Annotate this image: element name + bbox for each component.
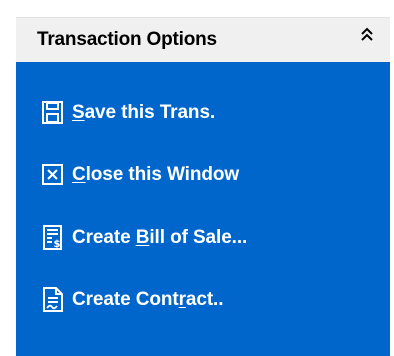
save-transaction-label: Save this Trans. [72, 102, 216, 123]
save-transaction-link[interactable]: Save this Trans. [41, 95, 215, 131]
close-box-icon [41, 162, 65, 188]
create-contract-link[interactable]: Create Contract.. [41, 282, 224, 318]
panel-header[interactable]: Transaction Options [16, 17, 390, 62]
close-window-label: Close this Window [72, 164, 240, 185]
create-bill-of-sale-label: Create Bill of Sale... [72, 227, 248, 248]
panel-body: Save this Trans. Close this Window $ Cre… [16, 62, 390, 356]
svg-text:$: $ [54, 239, 61, 250]
create-bill-of-sale-link[interactable]: $ Create Bill of Sale... [41, 220, 247, 256]
double-chevron-up-icon[interactable] [358, 26, 376, 48]
close-window-link[interactable]: Close this Window [41, 157, 239, 193]
panel-title: Transaction Options [37, 29, 217, 50]
save-disk-icon [41, 100, 65, 126]
document-icon [41, 287, 65, 313]
create-contract-label: Create Contract.. [72, 289, 224, 310]
transaction-options-panel: Transaction Options Save this Trans. Clo… [16, 17, 390, 356]
invoice-icon: $ [41, 225, 65, 251]
